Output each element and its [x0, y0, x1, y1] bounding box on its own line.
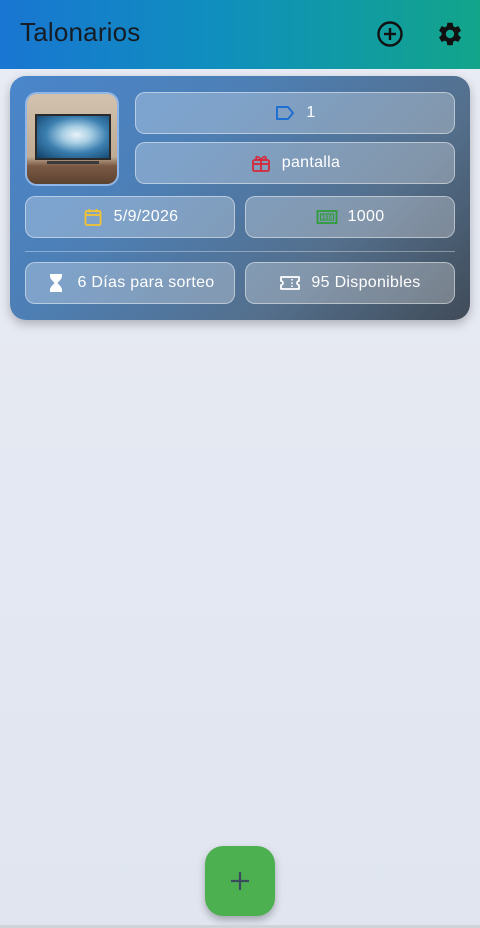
- plus-icon: [231, 872, 249, 890]
- talonario-id-value: 1: [306, 104, 316, 121]
- ticket-price: 1000: [347, 208, 385, 225]
- talonario-card[interactable]: 1 pantalla 5/9/2026 100 1000 6 Días para…: [10, 76, 470, 320]
- available-tickets-text: 95 Disponibles: [311, 274, 421, 291]
- talonario-id-chip: 1: [135, 92, 455, 134]
- add-talonario-button[interactable]: [370, 14, 410, 54]
- page-title: Talonarios: [20, 17, 141, 47]
- settings-button[interactable]: [430, 14, 470, 54]
- days-remaining-text: 6 Días para sorteo: [77, 274, 215, 291]
- money-icon: 100: [316, 210, 337, 224]
- available-tickets-chip: 95 Disponibles: [245, 262, 455, 304]
- draw-date-chip: 5/9/2026: [25, 196, 235, 238]
- days-remaining-chip: 6 Días para sorteo: [25, 262, 235, 304]
- price-chip: 100 1000: [245, 196, 455, 238]
- gift-icon: [251, 155, 270, 172]
- app-bar: Talonarios: [0, 0, 480, 69]
- prize-name: pantalla: [281, 154, 341, 171]
- calendar-icon: [84, 209, 102, 226]
- card-divider: [25, 251, 455, 252]
- tag-icon: [276, 106, 295, 120]
- gear-icon: [439, 22, 461, 46]
- draw-date: 5/9/2026: [113, 208, 179, 225]
- add-fab-button[interactable]: [205, 846, 275, 916]
- tv-screen-photo: [35, 114, 111, 160]
- prize-chip: pantalla: [135, 142, 455, 184]
- app-screen: Talonarios 1 pantalla 5/9/2026 100 1000 …: [0, 0, 480, 928]
- add-circle-outline-icon: [377, 21, 403, 47]
- hourglass-icon: [50, 274, 63, 292]
- prize-image: [25, 92, 119, 186]
- ticket-icon: [280, 276, 301, 290]
- svg-text:100: 100: [322, 215, 332, 221]
